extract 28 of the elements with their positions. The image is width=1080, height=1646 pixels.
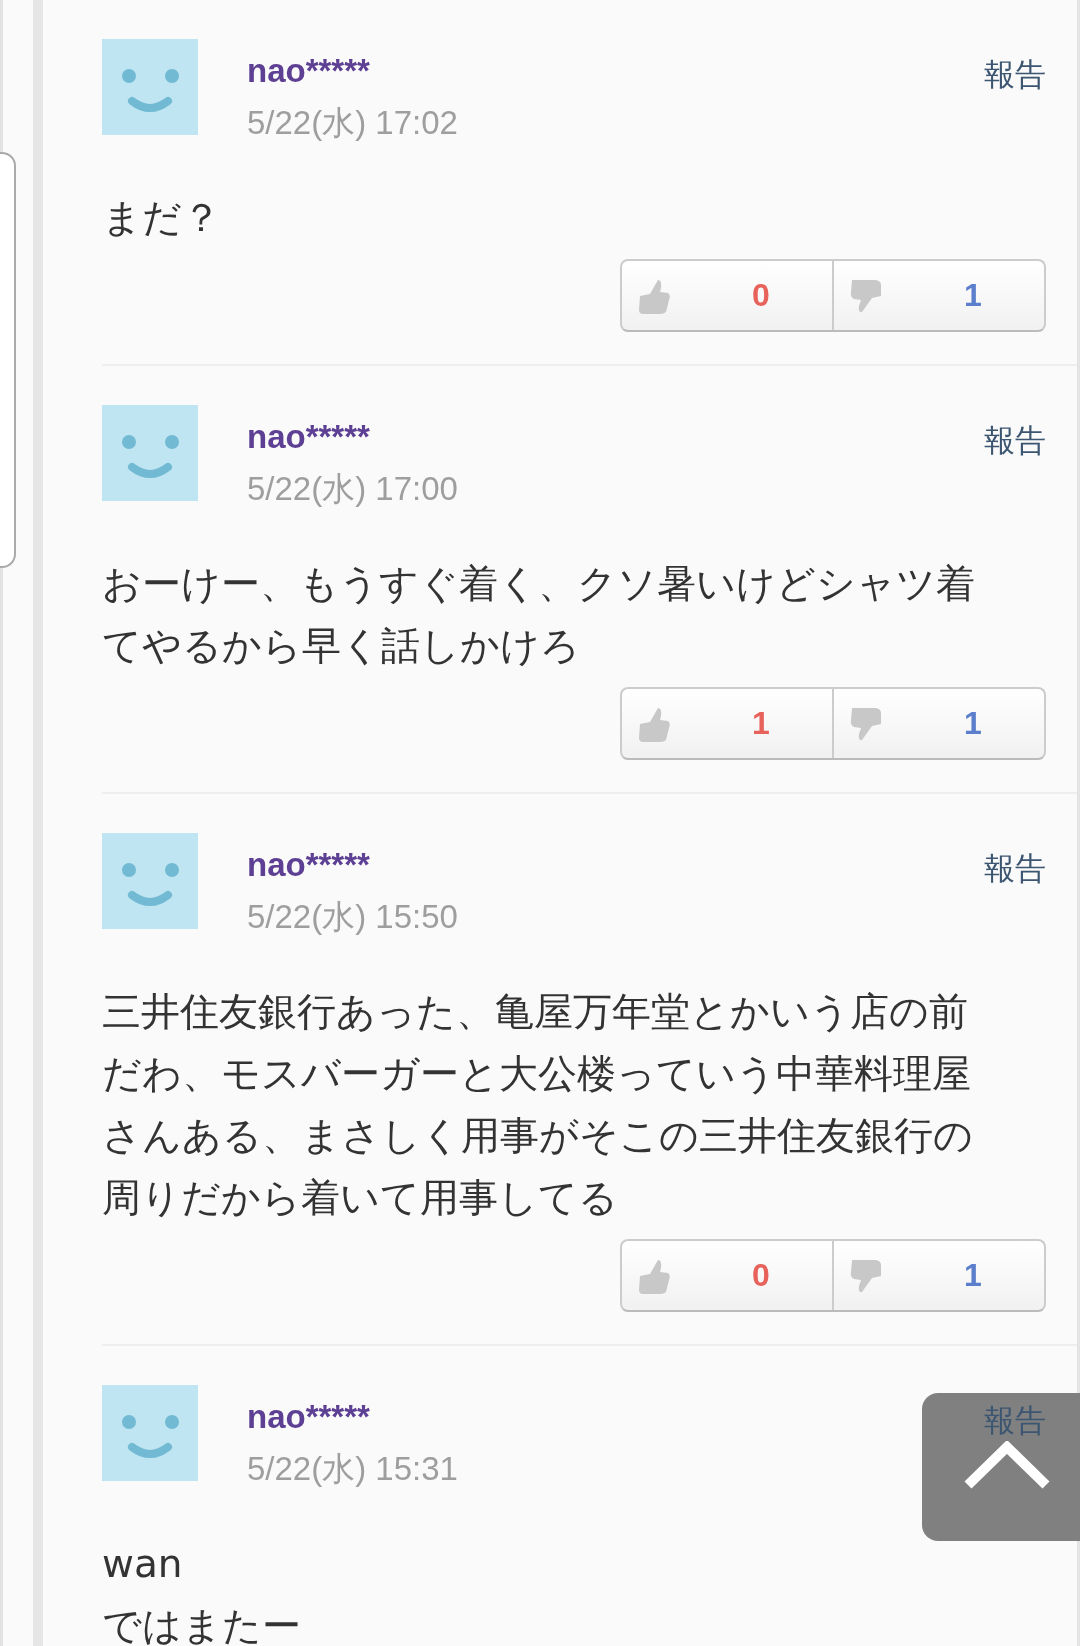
comment-text: まだ？ [102,194,222,242]
smiley-avatar-icon [102,833,198,929]
username: nao***** [247,53,371,89]
smiley-avatar-icon [102,405,198,501]
post-date: 5/22(水) 15:50 [247,899,459,935]
smiley-avatar-icon [102,1385,198,1481]
post-date: 5/22(水) 17:00 [247,471,459,507]
username: nao***** [247,419,371,455]
username: nao***** [247,1399,371,1435]
comment-text: おーけー、もうすぐ着く、クソ暑いけどシャツ着てやるから早く話しかけろ [102,560,976,670]
like-button[interactable]: 0 [622,261,832,330]
dislike-button[interactable]: 1 [832,261,1044,330]
dislike-button[interactable]: 1 [832,689,1044,758]
post-date: 5/22(水) 17:02 [247,105,459,141]
like-button[interactable]: 1 [622,689,832,758]
report-link[interactable]: 報告 [984,1401,1046,1439]
comment-text: wan [102,1540,184,1588]
username: nao***** [247,847,371,883]
scroll-top-button[interactable] [922,1393,1080,1541]
comment-text: ではまたー [102,1602,302,1646]
like-button[interactable]: 0 [622,1241,832,1310]
dislike-button[interactable]: 1 [832,1241,1044,1310]
report-link[interactable]: 報告 [984,421,1046,459]
post-date: 5/22(水) 15:31 [247,1451,459,1487]
report-link[interactable]: 報告 [984,55,1046,93]
smiley-avatar-icon [102,39,198,135]
report-link[interactable]: 報告 [984,849,1046,887]
comment-text: 三井住友銀行あった、亀屋万年堂とかいう店の前だわ、モスバーガーと大公楼っていう中華料理屋さんある、まさしく用事がそこの三井住友銀行の周りだから着いて用事してる [102,988,974,1222]
